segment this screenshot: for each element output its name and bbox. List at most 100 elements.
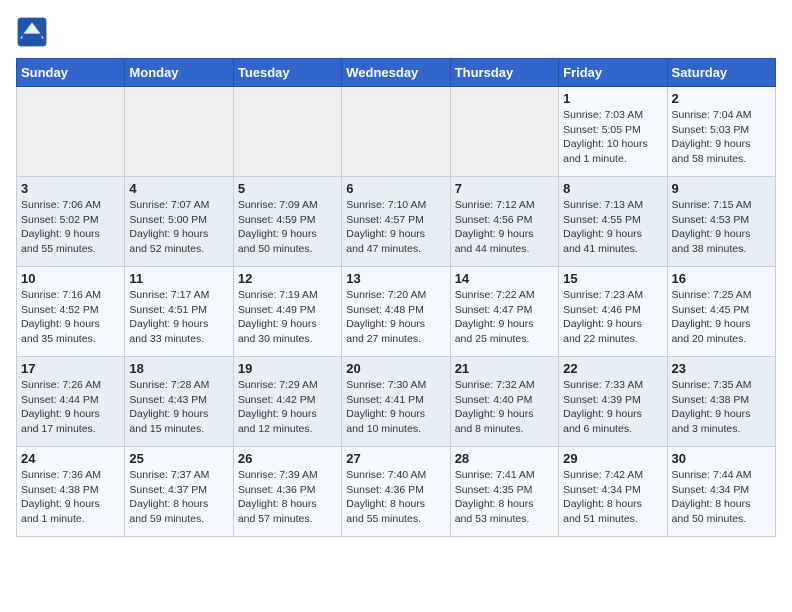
col-header-tuesday: Tuesday	[233, 59, 341, 87]
day-cell	[233, 87, 341, 177]
day-cell: 17 Sunrise: 7:26 AM Sunset: 4:44 PM Dayli…	[17, 357, 125, 447]
day-cell	[17, 87, 125, 177]
day-number: 15	[563, 271, 662, 286]
day-info: Sunrise: 7:04 AM Sunset: 5:03 PM Dayligh…	[672, 108, 771, 167]
calendar-table: SundayMondayTuesdayWednesdayThursdayFrid…	[16, 58, 776, 537]
day-cell: 16 Sunrise: 7:25 AM Sunset: 4:45 PM Dayli…	[667, 267, 775, 357]
day-number: 27	[346, 451, 445, 466]
logo	[16, 16, 52, 48]
col-header-wednesday: Wednesday	[342, 59, 450, 87]
day-info: Sunrise: 7:20 AM Sunset: 4:48 PM Dayligh…	[346, 288, 445, 347]
day-number: 9	[672, 181, 771, 196]
day-number: 18	[129, 361, 228, 376]
day-info: Sunrise: 7:33 AM Sunset: 4:39 PM Dayligh…	[563, 378, 662, 437]
day-info: Sunrise: 7:09 AM Sunset: 4:59 PM Dayligh…	[238, 198, 337, 257]
week-row-2: 3Sunrise: 7:06 AM Sunset: 5:02 PM Daylig…	[17, 177, 776, 267]
day-info: Sunrise: 7:36 AM Sunset: 4:38 PM Dayligh…	[21, 468, 120, 527]
day-cell: 10 Sunrise: 7:16 AM Sunset: 4:52 PM Dayli…	[17, 267, 125, 357]
day-cell: 20 Sunrise: 7:30 AM Sunset: 4:41 PM Dayli…	[342, 357, 450, 447]
day-number: 28	[455, 451, 554, 466]
day-cell: 13 Sunrise: 7:20 AM Sunset: 4:48 PM Dayli…	[342, 267, 450, 357]
col-header-saturday: Saturday	[667, 59, 775, 87]
day-cell: 6 Sunrise: 7:10 AM Sunset: 4:57 PM Daylig…	[342, 177, 450, 267]
col-header-thursday: Thursday	[450, 59, 558, 87]
day-cell: 19 Sunrise: 7:29 AM Sunset: 4:42 PM Dayli…	[233, 357, 341, 447]
day-cell: 24 Sunrise: 7:36 AM Sunset: 4:38 PM Dayli…	[17, 447, 125, 537]
day-cell: 28 Sunrise: 7:41 AM Sunset: 4:35 PM Dayli…	[450, 447, 558, 537]
day-info: Sunrise: 7:10 AM Sunset: 4:57 PM Dayligh…	[346, 198, 445, 257]
day-cell: 7 Sunrise: 7:12 AM Sunset: 4:56 PM Daylig…	[450, 177, 558, 267]
day-number: 13	[346, 271, 445, 286]
day-cell: 15Sunrise: 7:23 AM Sunset: 4:46 PM Dayli…	[559, 267, 667, 357]
day-number: 19	[238, 361, 337, 376]
day-cell: 29Sunrise: 7:42 AM Sunset: 4:34 PM Dayli…	[559, 447, 667, 537]
day-info: Sunrise: 7:12 AM Sunset: 4:56 PM Dayligh…	[455, 198, 554, 257]
day-number: 11	[129, 271, 228, 286]
day-number: 1	[563, 91, 662, 106]
day-number: 14	[455, 271, 554, 286]
day-number: 20	[346, 361, 445, 376]
day-number: 2	[672, 91, 771, 106]
day-info: Sunrise: 7:32 AM Sunset: 4:40 PM Dayligh…	[455, 378, 554, 437]
day-number: 26	[238, 451, 337, 466]
day-info: Sunrise: 7:29 AM Sunset: 4:42 PM Dayligh…	[238, 378, 337, 437]
day-cell	[450, 87, 558, 177]
page-header	[16, 16, 776, 48]
col-header-friday: Friday	[559, 59, 667, 87]
day-info: Sunrise: 7:07 AM Sunset: 5:00 PM Dayligh…	[129, 198, 228, 257]
day-cell	[342, 87, 450, 177]
day-info: Sunrise: 7:16 AM Sunset: 4:52 PM Dayligh…	[21, 288, 120, 347]
day-info: Sunrise: 7:28 AM Sunset: 4:43 PM Dayligh…	[129, 378, 228, 437]
day-cell: 14 Sunrise: 7:22 AM Sunset: 4:47 PM Dayli…	[450, 267, 558, 357]
day-info: Sunrise: 7:26 AM Sunset: 4:44 PM Dayligh…	[21, 378, 120, 437]
day-number: 16	[672, 271, 771, 286]
day-info: Sunrise: 7:22 AM Sunset: 4:47 PM Dayligh…	[455, 288, 554, 347]
day-cell: 1 Sunrise: 7:03 AM Sunset: 5:05 PM Daylig…	[559, 87, 667, 177]
day-number: 17	[21, 361, 120, 376]
day-info: Sunrise: 7:35 AM Sunset: 4:38 PM Dayligh…	[672, 378, 771, 437]
calendar-header-row: SundayMondayTuesdayWednesdayThursdayFrid…	[17, 59, 776, 87]
day-cell: 18 Sunrise: 7:28 AM Sunset: 4:43 PM Dayli…	[125, 357, 233, 447]
day-info: Sunrise: 7:15 AM Sunset: 4:53 PM Dayligh…	[672, 198, 771, 257]
day-cell: 4 Sunrise: 7:07 AM Sunset: 5:00 PM Daylig…	[125, 177, 233, 267]
col-header-monday: Monday	[125, 59, 233, 87]
week-row-1: 1 Sunrise: 7:03 AM Sunset: 5:05 PM Daylig…	[17, 87, 776, 177]
day-cell: 22Sunrise: 7:33 AM Sunset: 4:39 PM Dayli…	[559, 357, 667, 447]
day-info: Sunrise: 7:44 AM Sunset: 4:34 PM Dayligh…	[672, 468, 771, 527]
day-info: Sunrise: 7:06 AM Sunset: 5:02 PM Dayligh…	[21, 198, 120, 257]
day-info: Sunrise: 7:13 AM Sunset: 4:55 PM Dayligh…	[563, 198, 662, 257]
day-cell: 26Sunrise: 7:39 AM Sunset: 4:36 PM Dayli…	[233, 447, 341, 537]
day-info: Sunrise: 7:41 AM Sunset: 4:35 PM Dayligh…	[455, 468, 554, 527]
col-header-sunday: Sunday	[17, 59, 125, 87]
day-number: 10	[21, 271, 120, 286]
week-row-5: 24 Sunrise: 7:36 AM Sunset: 4:38 PM Dayli…	[17, 447, 776, 537]
day-number: 23	[672, 361, 771, 376]
day-number: 12	[238, 271, 337, 286]
day-cell: 8 Sunrise: 7:13 AM Sunset: 4:55 PM Daylig…	[559, 177, 667, 267]
day-number: 6	[346, 181, 445, 196]
day-cell: 23 Sunrise: 7:35 AM Sunset: 4:38 PM Dayli…	[667, 357, 775, 447]
day-cell: 2 Sunrise: 7:04 AM Sunset: 5:03 PM Daylig…	[667, 87, 775, 177]
day-cell	[125, 87, 233, 177]
day-cell: 3Sunrise: 7:06 AM Sunset: 5:02 PM Daylig…	[17, 177, 125, 267]
day-info: Sunrise: 7:40 AM Sunset: 4:36 PM Dayligh…	[346, 468, 445, 527]
day-number: 24	[21, 451, 120, 466]
week-row-3: 10 Sunrise: 7:16 AM Sunset: 4:52 PM Dayli…	[17, 267, 776, 357]
day-info: Sunrise: 7:03 AM Sunset: 5:05 PM Dayligh…	[563, 108, 662, 167]
week-row-4: 17 Sunrise: 7:26 AM Sunset: 4:44 PM Dayli…	[17, 357, 776, 447]
day-cell: 27 Sunrise: 7:40 AM Sunset: 4:36 PM Dayli…	[342, 447, 450, 537]
day-number: 8	[563, 181, 662, 196]
day-number: 7	[455, 181, 554, 196]
day-cell: 30Sunrise: 7:44 AM Sunset: 4:34 PM Dayli…	[667, 447, 775, 537]
day-info: Sunrise: 7:37 AM Sunset: 4:37 PM Dayligh…	[129, 468, 228, 527]
day-number: 21	[455, 361, 554, 376]
day-info: Sunrise: 7:42 AM Sunset: 4:34 PM Dayligh…	[563, 468, 662, 527]
day-cell: 21 Sunrise: 7:32 AM Sunset: 4:40 PM Dayli…	[450, 357, 558, 447]
day-info: Sunrise: 7:25 AM Sunset: 4:45 PM Dayligh…	[672, 288, 771, 347]
day-info: Sunrise: 7:19 AM Sunset: 4:49 PM Dayligh…	[238, 288, 337, 347]
day-number: 5	[238, 181, 337, 196]
day-info: Sunrise: 7:30 AM Sunset: 4:41 PM Dayligh…	[346, 378, 445, 437]
day-number: 25	[129, 451, 228, 466]
day-cell: 12 Sunrise: 7:19 AM Sunset: 4:49 PM Dayli…	[233, 267, 341, 357]
day-number: 4	[129, 181, 228, 196]
